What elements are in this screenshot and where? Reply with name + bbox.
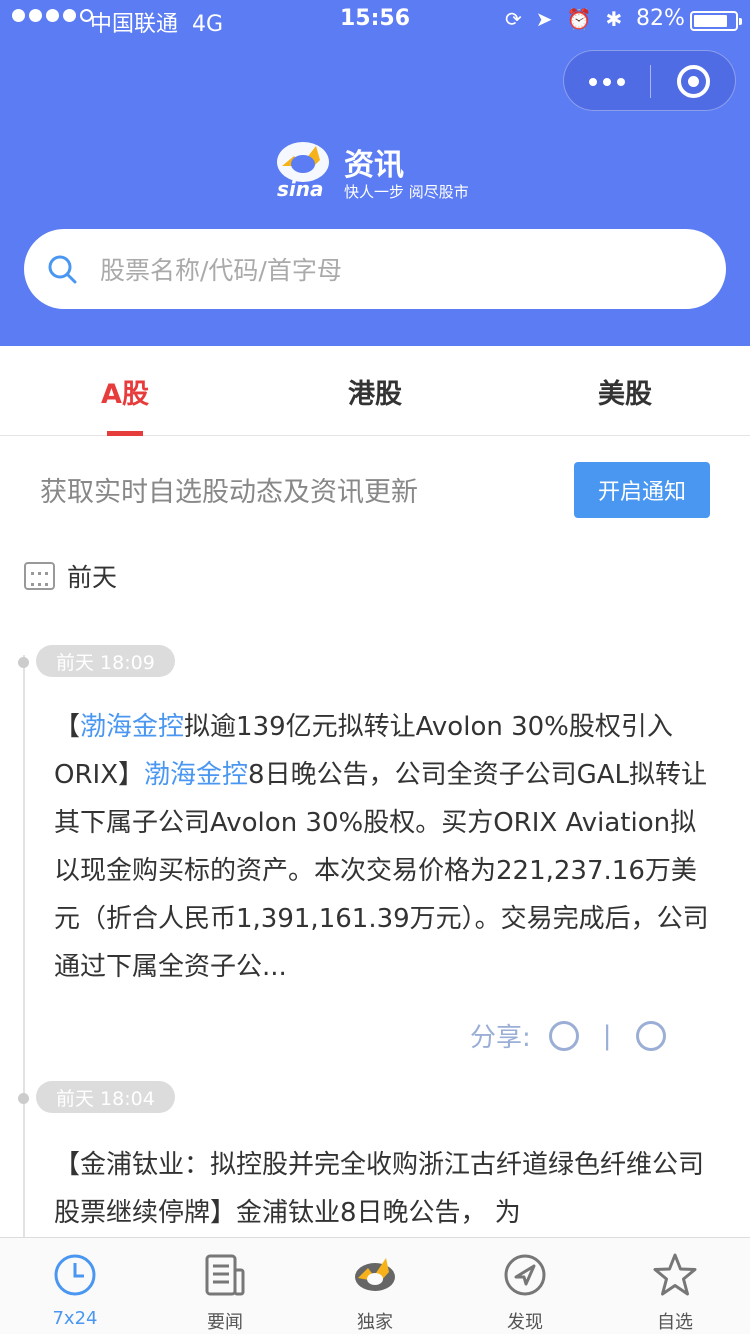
enable-notify-button[interactable]: 开启通知 xyxy=(574,462,710,518)
nav-label: 要闻 xyxy=(207,1312,243,1333)
timeline-dot xyxy=(18,657,29,668)
date-header: 前天 xyxy=(24,558,117,594)
battery-fill xyxy=(694,15,727,27)
news-body: 【金浦钛业：拟控股并完全收购浙江古纤道绿色纤维公司 股票继续停牌】金浦钛业8日晚… xyxy=(54,1150,705,1228)
nav-headlines[interactable]: 要闻 xyxy=(150,1238,300,1334)
header: 中国联通 4G 15:56 ⟳ ➤ ⏰ ✱ 82% sina 资讯 快人一步 阅… xyxy=(0,0,750,346)
brand: sina 资讯 快人一步 阅尽股市 xyxy=(272,138,492,202)
bottom-tab-bar: 7x24 要闻 独家 发现 自选 xyxy=(0,1237,750,1334)
stock-link[interactable]: 渤海金控 xyxy=(80,712,184,742)
battery-icon xyxy=(690,11,742,31)
sina-eye-icon xyxy=(355,1258,395,1291)
more-menu-button[interactable] xyxy=(564,51,650,112)
search-icon xyxy=(48,255,77,284)
nav-label: 7x24 xyxy=(52,1308,98,1329)
share-circle-icon[interactable] xyxy=(548,1020,579,1051)
nav-label: 发现 xyxy=(507,1312,543,1333)
share-moments-icon[interactable] xyxy=(635,1020,666,1051)
nav-7x24[interactable]: 7x24 xyxy=(0,1238,150,1334)
search-input[interactable]: 股票名称/代码/首字母 xyxy=(24,229,726,309)
tab-us-shares[interactable]: 美股 xyxy=(500,346,750,436)
search-placeholder: 股票名称/代码/首字母 xyxy=(100,256,342,285)
brand-slogan: 快人一步 阅尽股市 xyxy=(344,183,469,201)
clock-icon xyxy=(54,1254,96,1296)
newspaper-icon xyxy=(205,1254,245,1296)
miniprogram-capsule xyxy=(563,50,736,111)
notify-banner: 获取实时自选股动态及资讯更新 开启通知 xyxy=(0,436,750,540)
status-bar: 中国联通 4G 15:56 ⟳ ➤ ⏰ ✱ 82% xyxy=(0,0,750,40)
nav-watchlist[interactable]: 自选 xyxy=(600,1238,750,1334)
timeline-line xyxy=(23,655,25,1245)
close-miniprogram-icon[interactable] xyxy=(677,65,710,98)
location-icon: ➤ xyxy=(535,7,553,31)
nav-discover[interactable]: 发现 xyxy=(450,1238,600,1334)
battery-percent: 82% xyxy=(636,6,685,31)
tab-hk-shares[interactable]: 港股 xyxy=(250,346,500,436)
news-time: 前天 18:09 xyxy=(36,645,175,677)
compass-icon xyxy=(504,1254,546,1296)
nav-exclusive[interactable]: 独家 xyxy=(300,1238,450,1334)
market-tabs: A股 港股 美股 xyxy=(0,346,750,436)
news-time: 前天 18:04 xyxy=(36,1081,175,1113)
news-body: 【渤海金控拟逾139亿元拟转让Avolon 30%股权引入ORIX】渤海金控8日… xyxy=(54,712,709,982)
rotation-lock-icon: ⟳ xyxy=(505,7,522,31)
brand-title: 资讯 xyxy=(344,148,404,183)
calendar-icon xyxy=(24,562,55,590)
timeline-dot xyxy=(18,1093,29,1104)
tab-a-shares[interactable]: A股 xyxy=(0,346,250,436)
star-icon xyxy=(653,1253,697,1296)
nav-label: 自选 xyxy=(657,1312,693,1333)
notify-text: 获取实时自选股动态及资讯更新 xyxy=(40,477,418,508)
share-bar: 分享: | xyxy=(470,1017,666,1054)
alarm-icon: ⏰ xyxy=(566,7,592,31)
nav-label: 独家 xyxy=(357,1312,393,1333)
stock-link[interactable]: 渤海金控 xyxy=(144,760,248,790)
sina-logo-icon: sina xyxy=(277,142,329,200)
svg-text:sina: sina xyxy=(277,177,324,200)
share-label: 分享: xyxy=(470,1023,531,1053)
bluetooth-icon: ✱ xyxy=(605,7,623,31)
date-label: 前天 xyxy=(67,563,118,592)
